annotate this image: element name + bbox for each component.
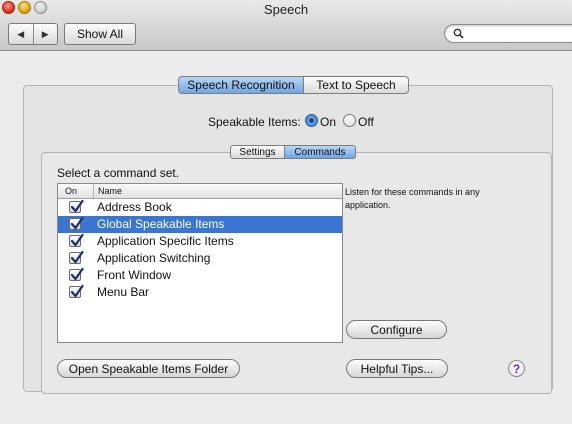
tab-speech-recognition[interactable]: Speech Recognition: [178, 76, 304, 94]
checkmark-icon: [70, 217, 84, 230]
helpful-tips-button[interactable]: Helpful Tips...: [346, 359, 448, 378]
tab-commands[interactable]: Commands: [284, 145, 356, 159]
forward-button[interactable]: ▶: [32, 24, 58, 44]
row-name: Address Book: [97, 200, 172, 214]
checkmark-icon: [70, 251, 84, 264]
row-checkbox[interactable]: [69, 200, 84, 213]
back-button[interactable]: ◀: [9, 24, 33, 44]
speakable-items-label: Speakable Items:: [208, 115, 301, 129]
tab-settings[interactable]: Settings: [230, 145, 285, 159]
speakable-off-radio[interactable]: [343, 114, 356, 127]
row-name: Front Window: [97, 268, 172, 282]
magnifier-icon: [453, 28, 464, 39]
column-header-name[interactable]: Name: [93, 184, 122, 198]
checkmark-icon: [70, 234, 84, 247]
table-row[interactable]: Menu Bar: [58, 284, 342, 301]
row-checkbox[interactable]: [69, 217, 84, 230]
table-row[interactable]: Application Specific Items: [58, 233, 342, 250]
speakable-on-label: On: [320, 115, 337, 129]
column-header-on[interactable]: On: [65, 186, 77, 196]
help-icon[interactable]: ?: [508, 360, 525, 377]
title-bar: Speech ◀ ▶ Show All: [0, 0, 572, 51]
speakable-on-radio[interactable]: [305, 114, 318, 127]
open-speakable-items-folder-button[interactable]: Open Speakable Items Folder: [57, 359, 240, 378]
row-name: Global Speakable Items: [97, 217, 225, 231]
row-checkbox[interactable]: [69, 251, 84, 264]
window-title: Speech: [263, 2, 309, 17]
triangle-right-icon: ▶: [41, 28, 49, 39]
command-set-description: Listen for these commands in any applica…: [345, 187, 480, 210]
table-row[interactable]: Front Window: [58, 267, 342, 284]
checkmark-icon: [70, 268, 84, 281]
checkmark-icon: [70, 200, 84, 213]
tab-text-to-speech[interactable]: Text to Speech: [303, 76, 409, 94]
row-name: Application Switching: [97, 251, 211, 265]
row-name: Menu Bar: [97, 285, 150, 299]
table-row[interactable]: Address Book: [58, 199, 342, 216]
table-row[interactable]: Global Speakable Items: [58, 216, 342, 233]
configure-button[interactable]: Configure: [346, 320, 447, 339]
search-field[interactable]: [444, 24, 572, 43]
row-checkbox[interactable]: [69, 268, 84, 281]
checkmark-icon: [70, 285, 84, 298]
select-command-set-label: Select a command set.: [57, 166, 180, 180]
speakable-off-label: Off: [358, 115, 374, 129]
back-forward-group: ◀ ▶: [8, 23, 58, 45]
table-row[interactable]: Application Switching: [58, 250, 342, 267]
show-all-button[interactable]: Show All: [64, 23, 136, 45]
row-checkbox[interactable]: [69, 234, 84, 247]
triangle-left-icon: ◀: [17, 28, 25, 39]
command-set-table[interactable]: On Name Address Book Global Speakable Ite…: [57, 183, 343, 343]
table-header: On Name: [58, 184, 342, 199]
row-name: Application Specific Items: [97, 234, 234, 248]
row-checkbox[interactable]: [69, 285, 84, 298]
